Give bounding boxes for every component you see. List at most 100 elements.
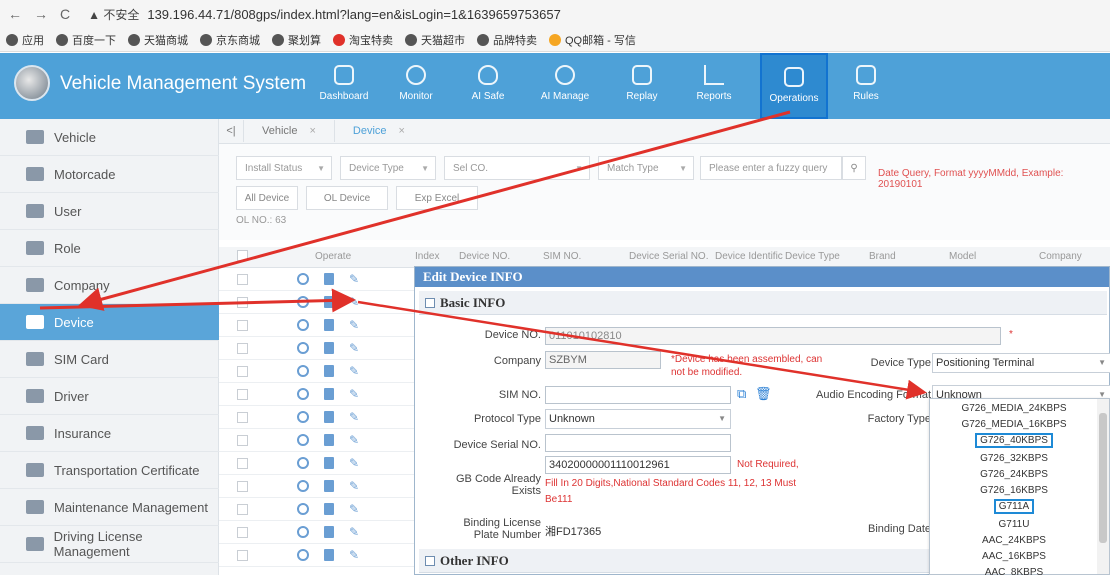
- edit-icon[interactable]: ✎: [349, 434, 361, 446]
- bookmark-tmall-market[interactable]: 天猫超市: [405, 32, 465, 48]
- edit-icon[interactable]: ✎: [349, 549, 361, 561]
- edit-icon[interactable]: ✎: [349, 273, 361, 285]
- locate-icon[interactable]: [297, 411, 309, 423]
- row-checkbox[interactable]: [237, 550, 248, 561]
- locate-icon[interactable]: [297, 273, 309, 285]
- row-checkbox[interactable]: [237, 458, 248, 469]
- bookmark-jd[interactable]: 京东商城: [200, 32, 260, 48]
- edit-icon[interactable]: ✎: [349, 388, 361, 400]
- dropdown-option[interactable]: G711U: [930, 519, 1098, 530]
- dropdown-option[interactable]: G726_24KBPS: [930, 469, 1098, 480]
- sidebar-item-role[interactable]: Role: [0, 230, 219, 267]
- bookmark-brand[interactable]: 品牌特卖: [477, 32, 537, 48]
- bookmark-juhuasuan[interactable]: 聚划算: [272, 32, 321, 48]
- locate-icon[interactable]: [297, 457, 309, 469]
- protocol-type-select[interactable]: Unknown ▼: [545, 409, 731, 429]
- sidebar-item-transportation-certificate[interactable]: Transportation Certificate: [0, 452, 219, 489]
- sidebar-item-sim-card[interactable]: SIM Card: [0, 341, 219, 378]
- close-icon[interactable]: ×: [309, 125, 315, 137]
- edit-icon[interactable]: ✎: [349, 296, 361, 308]
- device-serial-field[interactable]: [545, 434, 731, 452]
- sidebar-item-device[interactable]: Device: [0, 304, 219, 341]
- nav-rules[interactable]: Rules: [834, 53, 898, 119]
- detail-icon[interactable]: [324, 411, 334, 423]
- sidebar-item-company[interactable]: Company: [0, 267, 219, 304]
- sidebar-item-user[interactable]: User: [0, 193, 219, 230]
- locate-icon[interactable]: [297, 296, 309, 308]
- basic-info-section[interactable]: Basic INFO: [419, 291, 1107, 315]
- nav-reports[interactable]: Reports: [682, 53, 746, 119]
- bookmark-qqmail[interactable]: QQ邮箱 - 写信: [549, 32, 636, 48]
- sidebar-item-insurance[interactable]: Insurance: [0, 415, 219, 452]
- url-text[interactable]: 139.196.44.71/808gps/index.html?lang=en&…: [147, 7, 560, 22]
- bookmark-tmall[interactable]: 天猫商城: [128, 32, 188, 48]
- back-arrow-icon[interactable]: ←: [8, 6, 22, 22]
- company-select[interactable]: Sel CO. ▼: [444, 156, 590, 180]
- search-button[interactable]: ⚲: [842, 156, 866, 180]
- bookmark-baidu[interactable]: 百度一下: [56, 32, 116, 48]
- collapse-icon[interactable]: [425, 297, 435, 308]
- copy-icon[interactable]: ⧉: [737, 386, 746, 402]
- trash-icon[interactable]: 🗑: [755, 386, 772, 402]
- edit-icon[interactable]: ✎: [349, 411, 361, 423]
- nav-ai-safe[interactable]: AI Safe: [456, 53, 520, 119]
- dropdown-option[interactable]: G726_16KBPS: [930, 485, 1098, 496]
- edit-icon[interactable]: ✎: [349, 480, 361, 492]
- row-checkbox[interactable]: [237, 435, 248, 446]
- detail-icon[interactable]: [324, 319, 334, 331]
- detail-icon[interactable]: [324, 342, 334, 354]
- edit-icon[interactable]: ✎: [349, 319, 361, 331]
- edit-icon[interactable]: ✎: [349, 342, 361, 354]
- detail-icon[interactable]: [324, 388, 334, 400]
- edit-icon[interactable]: ✎: [349, 365, 361, 377]
- tab-back-button[interactable]: <|: [219, 125, 243, 137]
- dropdown-option[interactable]: AAC_24KBPS: [930, 535, 1098, 546]
- scrollbar-thumb[interactable]: [1099, 413, 1107, 543]
- detail-icon[interactable]: [324, 434, 334, 446]
- dropdown-option-highlighted[interactable]: G711A: [930, 499, 1098, 514]
- device-no-field[interactable]: 011010102810: [545, 327, 1001, 345]
- edit-icon[interactable]: ✎: [349, 503, 361, 515]
- row-checkbox[interactable]: [237, 320, 248, 331]
- forward-arrow-icon[interactable]: →: [34, 6, 48, 22]
- edit-icon[interactable]: ✎: [349, 457, 361, 469]
- locate-icon[interactable]: [297, 526, 309, 538]
- detail-icon[interactable]: [324, 503, 334, 515]
- locate-icon[interactable]: [297, 342, 309, 354]
- row-checkbox[interactable]: [237, 481, 248, 492]
- row-checkbox[interactable]: [237, 504, 248, 515]
- edit-icon[interactable]: ✎: [349, 526, 361, 538]
- device-type-select[interactable]: Positioning Terminal ▼: [932, 353, 1110, 373]
- dropdown-option-highlighted[interactable]: G726_40KBPS: [930, 433, 1098, 448]
- audio-format-dropdown[interactable]: G726_MEDIA_24KBPS G726_MEDIA_16KBPS G726…: [929, 398, 1110, 575]
- row-checkbox[interactable]: [237, 389, 248, 400]
- detail-icon[interactable]: [324, 457, 334, 469]
- match-type-select[interactable]: Match Type ▼: [598, 156, 694, 180]
- select-all-checkbox[interactable]: [237, 250, 248, 261]
- search-input[interactable]: Please enter a fuzzy query: [700, 156, 842, 180]
- locate-icon[interactable]: [297, 434, 309, 446]
- detail-icon[interactable]: [324, 296, 334, 308]
- row-checkbox[interactable]: [237, 412, 248, 423]
- locate-icon[interactable]: [297, 365, 309, 377]
- browser-address-bar[interactable]: ← → C ▲ 不安全 139.196.44.71/808gps/index.h…: [0, 0, 1110, 28]
- dropdown-option[interactable]: AAC_16KBPS: [930, 551, 1098, 562]
- detail-icon[interactable]: [324, 365, 334, 377]
- sidebar-item-driver[interactable]: Driver: [0, 378, 219, 415]
- nav-ai-manage[interactable]: AI Manage: [533, 53, 597, 119]
- detail-icon[interactable]: [324, 549, 334, 561]
- sidebar-item-motorcade[interactable]: Motorcade: [0, 156, 219, 193]
- collapse-icon[interactable]: [425, 555, 435, 566]
- row-checkbox[interactable]: [237, 274, 248, 285]
- locate-icon[interactable]: [297, 480, 309, 492]
- row-checkbox[interactable]: [237, 343, 248, 354]
- ol-device-button[interactable]: OL Device: [306, 186, 388, 210]
- sidebar-item-driving-license[interactable]: Driving License Management: [0, 526, 219, 563]
- locate-icon[interactable]: [297, 549, 309, 561]
- reload-icon[interactable]: C: [60, 6, 70, 22]
- dropdown-option[interactable]: AAC_8KBPS: [930, 567, 1098, 575]
- row-checkbox[interactable]: [237, 527, 248, 538]
- tab-vehicle[interactable]: Vehicle ×: [243, 120, 334, 142]
- detail-icon[interactable]: [324, 480, 334, 492]
- row-checkbox[interactable]: [237, 297, 248, 308]
